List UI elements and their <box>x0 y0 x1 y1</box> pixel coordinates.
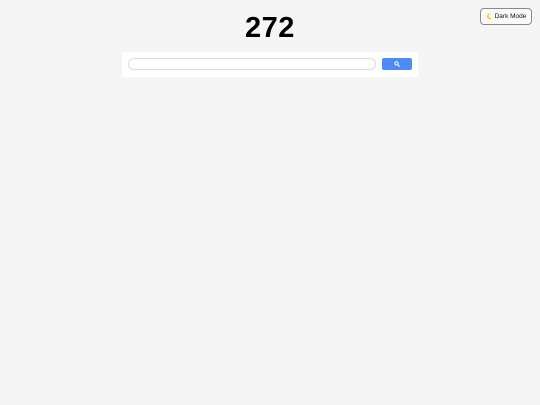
search-icon <box>394 61 400 67</box>
page-title: 272 <box>245 12 295 44</box>
page: Dark Mode 272 <box>0 0 540 405</box>
search-box <box>122 52 418 77</box>
search-input[interactable] <box>128 58 376 70</box>
search-button[interactable] <box>382 58 412 70</box>
